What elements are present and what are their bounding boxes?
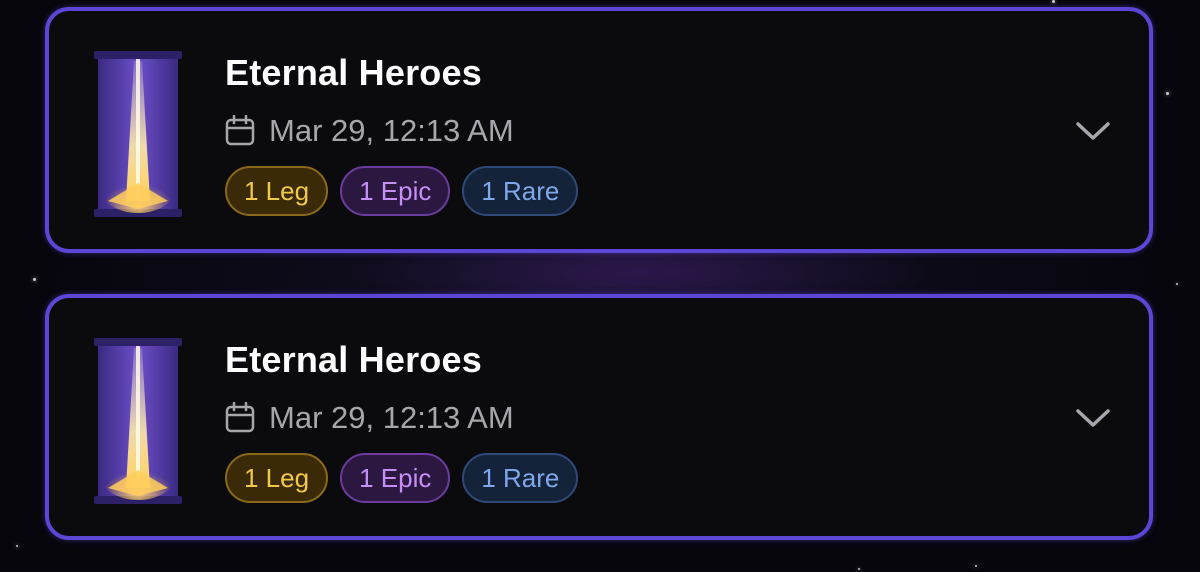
card-pack-image [94, 51, 182, 217]
star [1176, 283, 1178, 285]
legendary-badge: 1 Leg [225, 166, 329, 216]
pack-title: Eternal Heroes [225, 339, 482, 380]
rare-badge: 1 Rare [462, 166, 579, 216]
pack-date: Mar 29, 12:13 AM [269, 113, 514, 148]
pack-date: Mar 29, 12:13 AM [269, 400, 514, 435]
star [1052, 0, 1055, 3]
calendar-icon [225, 402, 255, 433]
star [1166, 92, 1169, 95]
rarity-badges: 1 Leg 1 Epic 1 Rare [225, 166, 590, 216]
rarity-badges: 1 Leg 1 Epic 1 Rare [225, 453, 590, 503]
star [33, 278, 36, 281]
star [858, 568, 860, 570]
pack-title: Eternal Heroes [225, 52, 482, 93]
star [16, 545, 18, 547]
epic-badge: 1 Epic [340, 166, 451, 216]
epic-badge: 1 Epic [340, 453, 451, 503]
rare-badge: 1 Rare [462, 453, 579, 503]
calendar-icon [225, 115, 255, 146]
chevron-down-icon[interactable] [1073, 117, 1113, 145]
pack-date-row: Mar 29, 12:13 AM [225, 111, 514, 151]
card-pack-image [94, 338, 182, 504]
chevron-down-icon[interactable] [1073, 404, 1113, 432]
pack-history-card[interactable]: Eternal Heroes Mar 29, 12:13 AM 1 Leg 1 … [45, 294, 1153, 540]
star [975, 565, 977, 567]
pack-history-card[interactable]: Eternal Heroes Mar 29, 12:13 AM 1 Leg 1 … [45, 7, 1153, 253]
legendary-badge: 1 Leg [225, 453, 329, 503]
pack-date-row: Mar 29, 12:13 AM [225, 398, 514, 438]
